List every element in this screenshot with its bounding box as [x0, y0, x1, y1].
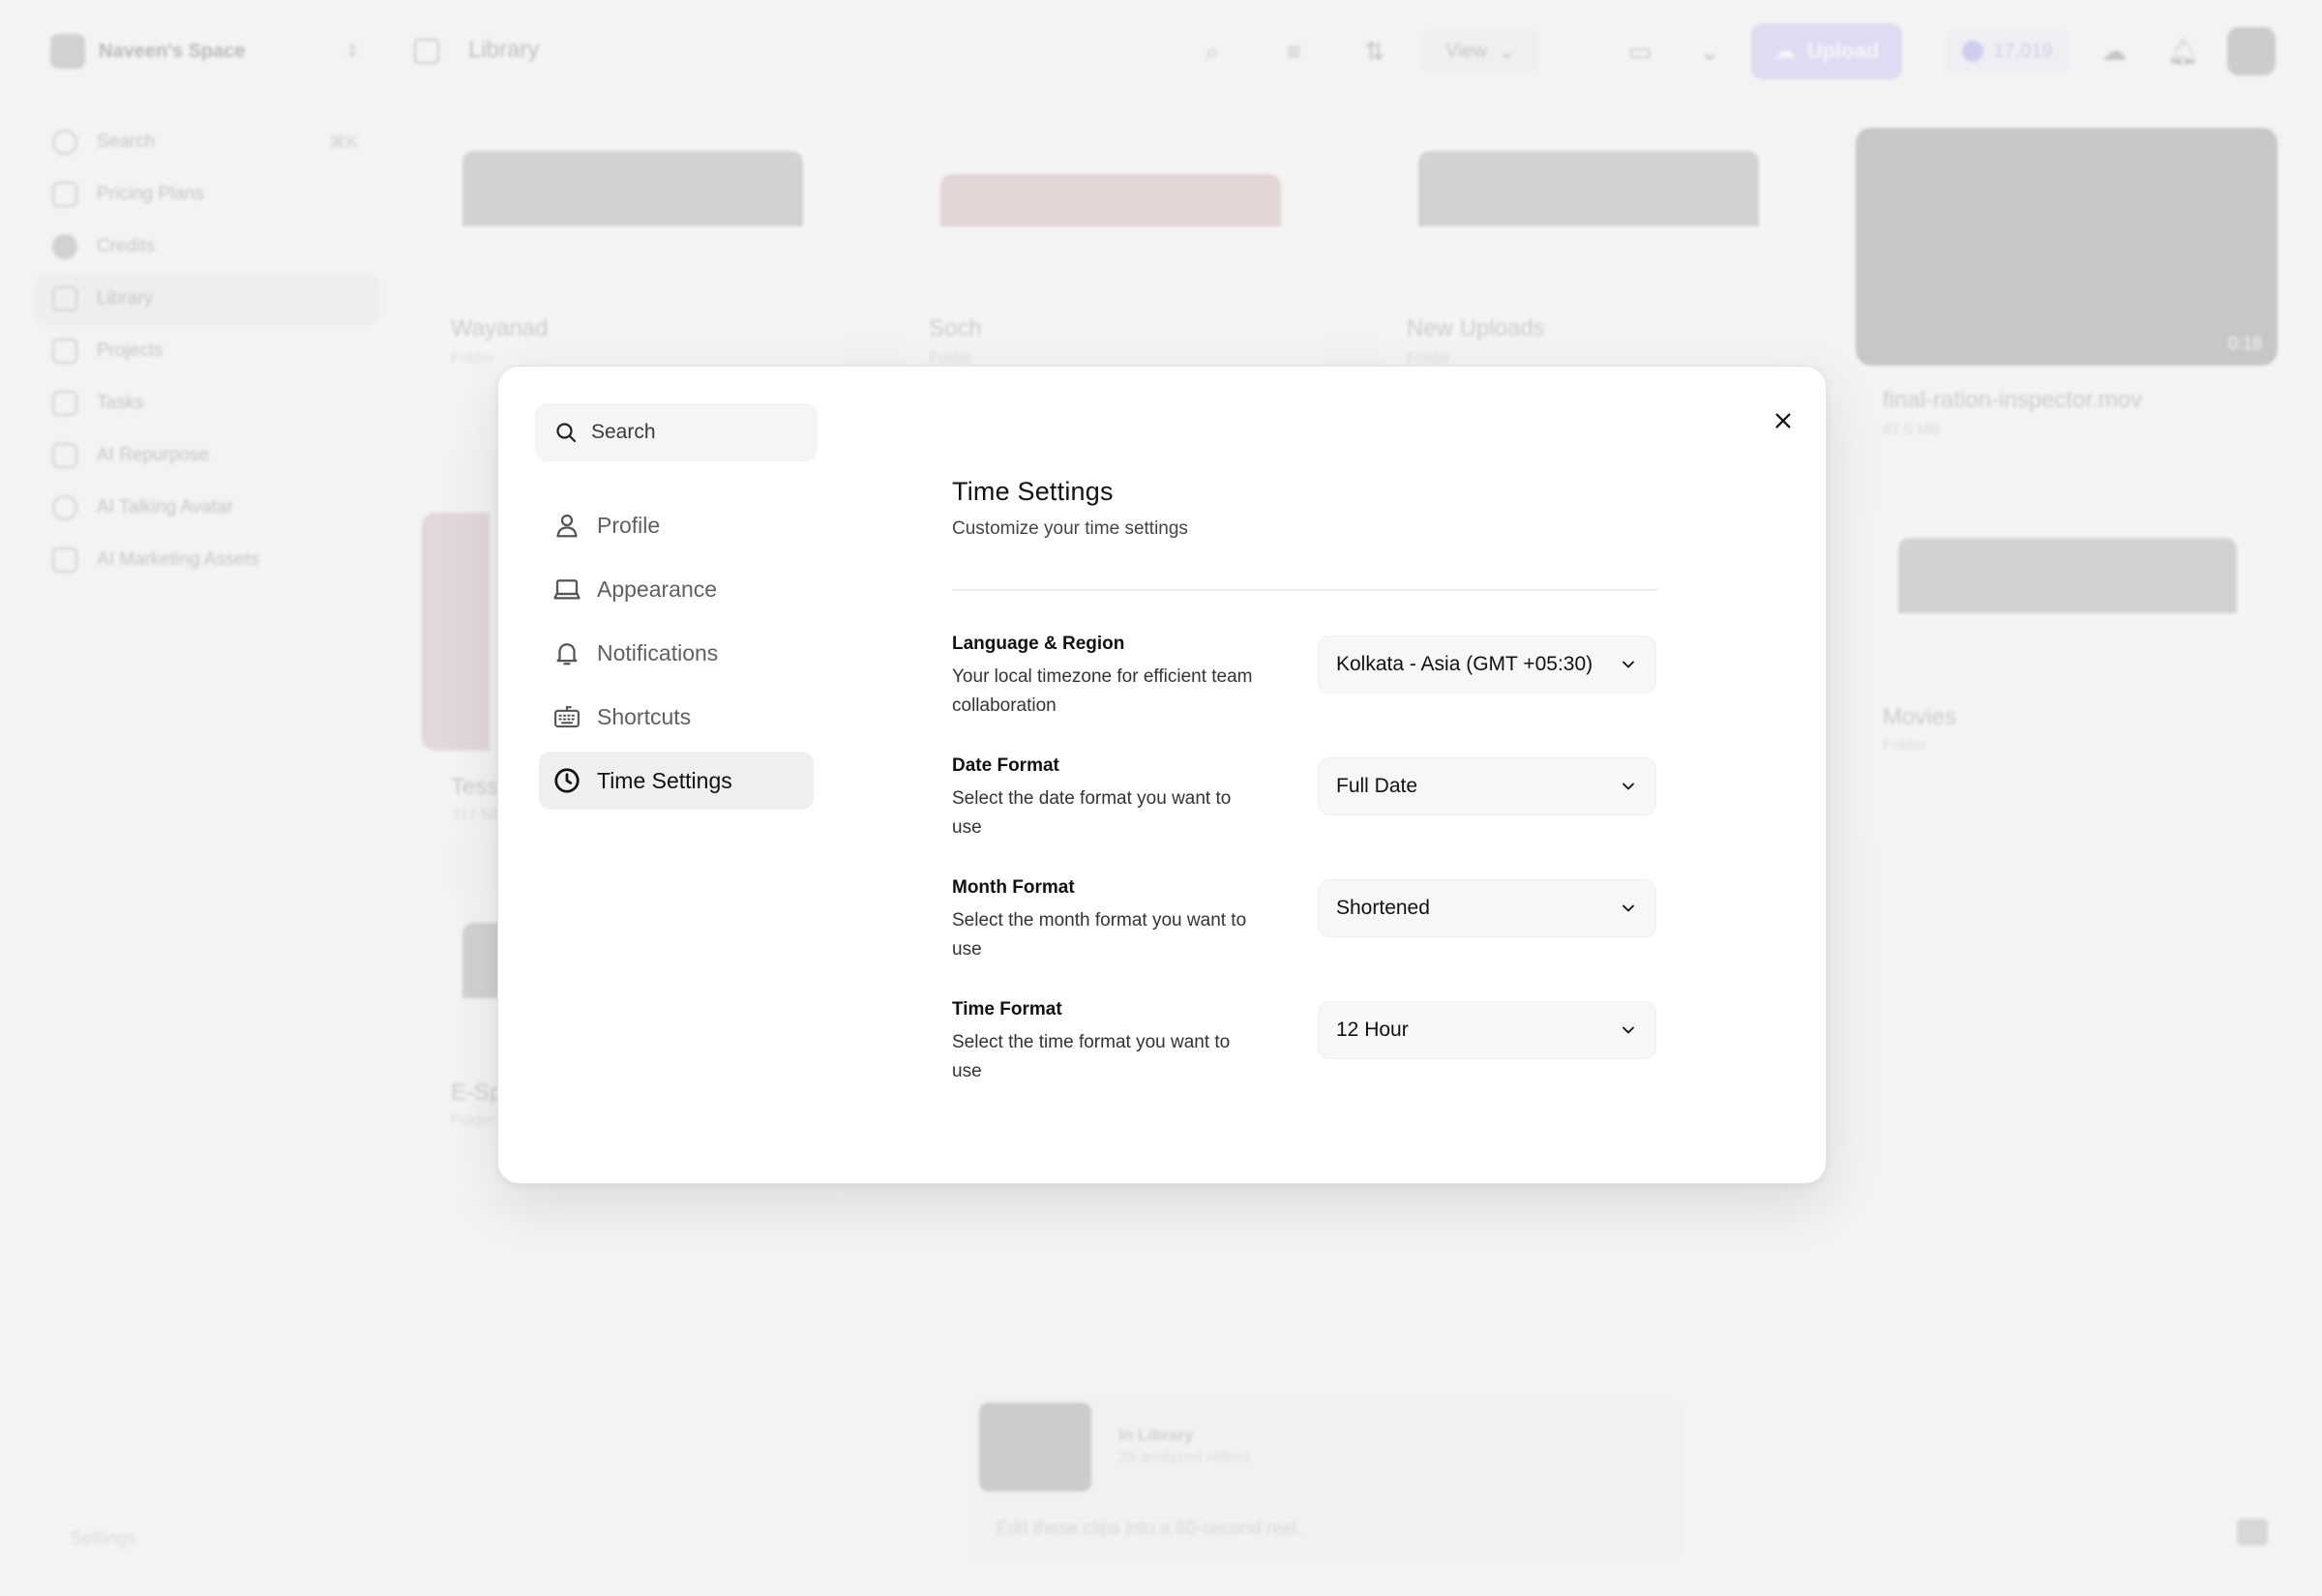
timezone-select[interactable]: Kolkata - Asia (GMT +05:30): [1318, 635, 1656, 694]
keyboard-icon: [554, 705, 580, 728]
settings-nav-label: Notifications: [597, 639, 719, 665]
settings-nav-shortcuts[interactable]: Shortcuts: [539, 688, 814, 746]
settings-nav-label: Time Settings: [597, 767, 732, 793]
settings-content: Time Settings Customize your time settin…: [952, 477, 1657, 1081]
select-value: 12 Hour: [1336, 1019, 1409, 1041]
chevron-down-icon: [1622, 661, 1634, 668]
settings-nav-time-settings[interactable]: Time Settings: [539, 752, 814, 810]
chevron-down-icon: [1622, 904, 1634, 912]
setting-label: Language & Region: [952, 634, 1125, 654]
chevron-down-icon: [1622, 783, 1634, 790]
setting-description: Select the date format you want to use: [952, 788, 1232, 838]
date-format-select[interactable]: Full Date: [1318, 757, 1656, 815]
setting-description: Select the month format you want to use: [952, 910, 1247, 960]
select-value: Kolkata - Asia (GMT +05:30): [1336, 653, 1593, 675]
page-subtitle: Customize your time settings: [952, 518, 1188, 539]
month-format-select[interactable]: Shortened: [1318, 879, 1656, 937]
select-value: Full Date: [1336, 775, 1418, 797]
laptop-icon: [553, 579, 580, 600]
time-format-select[interactable]: 12 Hour: [1318, 1001, 1656, 1059]
settings-nav-label: Profile: [597, 512, 661, 538]
settings-nav: Profile Appearance Notifications Shortcu…: [539, 496, 814, 815]
page-title: Time Settings: [952, 477, 1114, 506]
settings-search: [535, 403, 818, 461]
bell-icon: [556, 643, 578, 665]
select-value: Shortened: [1336, 897, 1430, 919]
settings-nav-profile[interactable]: Profile: [539, 496, 814, 554]
settings-nav-label: Shortcuts: [597, 703, 692, 729]
settings-nav-appearance[interactable]: Appearance: [539, 560, 814, 618]
settings-nav-notifications[interactable]: Notifications: [539, 624, 814, 682]
clock-icon: [554, 768, 580, 793]
setting-label: Time Format: [952, 999, 1062, 1020]
user-icon: [556, 514, 578, 538]
close-button[interactable]: [1764, 401, 1802, 440]
search-icon: [556, 423, 577, 443]
setting-label: Month Format: [952, 877, 1075, 898]
chevron-down-icon: [1622, 1026, 1634, 1034]
settings-modal: Profile Appearance Notifications Shortcu…: [497, 366, 1827, 1184]
close-icon: [1775, 413, 1791, 429]
setting-label: Date Format: [952, 755, 1059, 776]
setting-description: Select the time format you want to use: [952, 1032, 1231, 1081]
divider: [952, 589, 1657, 591]
settings-nav-label: Appearance: [597, 576, 718, 602]
settings-search-input[interactable]: [591, 421, 804, 444]
setting-description: Your local timezone for efficient team c…: [952, 666, 1253, 716]
